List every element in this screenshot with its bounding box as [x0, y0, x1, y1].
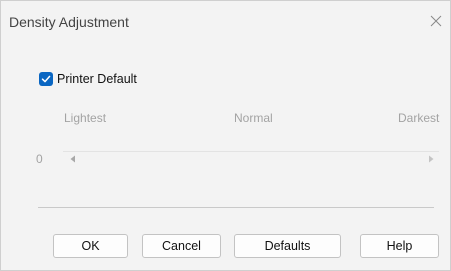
printer-default-label: Printer Default	[57, 72, 137, 86]
dialog-title: Density Adjustment	[9, 14, 129, 30]
arrow-left-icon[interactable]	[68, 154, 78, 164]
separator	[38, 207, 434, 208]
density-value: 0	[36, 152, 43, 166]
checkmark-icon	[41, 75, 51, 83]
slider-label-normal: Normal	[234, 111, 273, 125]
defaults-button[interactable]: Defaults	[234, 234, 341, 258]
density-slider[interactable]	[63, 151, 439, 167]
help-button[interactable]: Help	[360, 234, 439, 258]
slider-label-lightest: Lightest	[64, 111, 107, 125]
printer-default-checkbox[interactable]	[39, 72, 53, 86]
title-bar: Density Adjustment	[1, 1, 450, 41]
density-adjustment-dialog: Density Adjustment Printer Default Light…	[0, 0, 451, 271]
close-icon	[430, 15, 442, 27]
slider-label-darkest: Darkest	[398, 111, 440, 125]
cancel-button[interactable]: Cancel	[142, 234, 221, 258]
printer-default-option[interactable]: Printer Default	[39, 71, 137, 87]
close-button[interactable]	[424, 9, 448, 33]
ok-button[interactable]: OK	[53, 234, 128, 258]
arrow-right-icon[interactable]	[426, 154, 436, 164]
